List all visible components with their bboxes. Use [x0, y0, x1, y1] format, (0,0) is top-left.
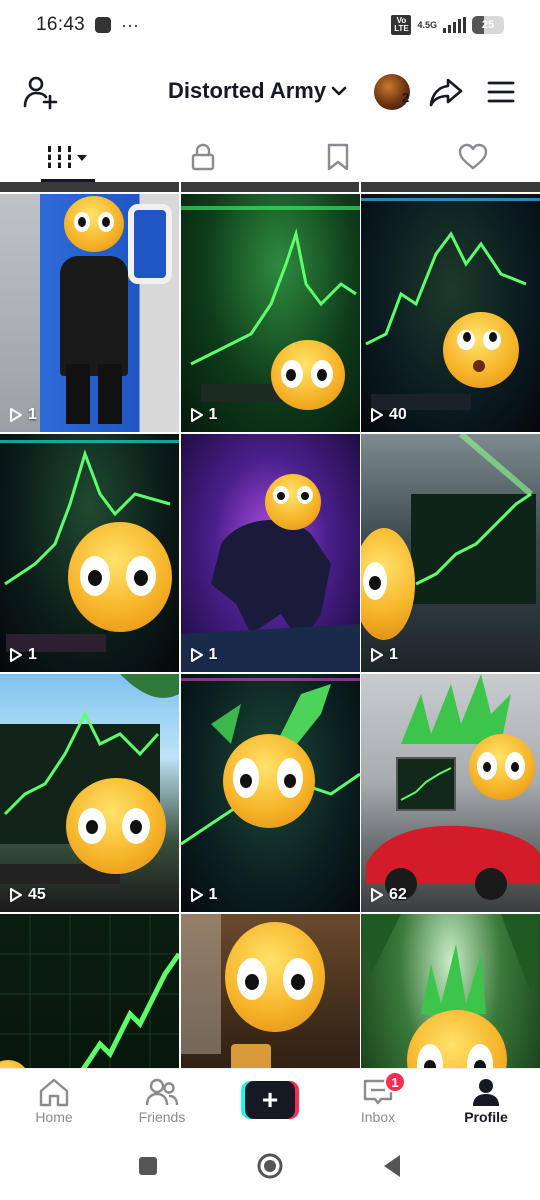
video-thumbnail[interactable]: 1: [180, 434, 360, 672]
emoji-face: [443, 312, 519, 388]
bottom-nav: Home Friends + 1 Inbox Profile: [0, 1068, 540, 1132]
status-indicators: Vo LTE 4.5G 25: [391, 15, 504, 35]
play-icon: [10, 648, 22, 662]
tab-videos[interactable]: [0, 132, 135, 182]
home-icon: [39, 1078, 69, 1107]
play-icon: [371, 888, 383, 902]
play-icon: [10, 888, 22, 902]
nav-home[interactable]: Home: [0, 1069, 108, 1132]
video-tiles: 1 1 40 1 1 1 45 1 62: [0, 194, 540, 1068]
square-icon: [139, 1157, 157, 1175]
play-icon: [190, 648, 203, 662]
nav-profile-label: Profile: [464, 1109, 508, 1125]
status-time: 16:43: [36, 14, 86, 35]
profile-header: Distorted Army 2: [0, 64, 540, 120]
view-count: 1: [8, 646, 37, 664]
battery-level: 25: [481, 19, 495, 31]
tab-private[interactable]: [135, 132, 270, 182]
view-count: 62: [369, 886, 407, 904]
back-triangle-icon: [384, 1155, 400, 1177]
chevron-down-icon: [331, 86, 347, 96]
volte-icon: Vo LTE: [391, 15, 412, 35]
avatar-count: 2: [402, 90, 410, 105]
circle-icon: [257, 1153, 283, 1179]
friends-icon: [145, 1078, 179, 1106]
video-thumbnail[interactable]: 40: [361, 194, 540, 432]
nav-profile[interactable]: Profile: [432, 1069, 540, 1132]
more-notifications-icon: ···: [121, 15, 140, 35]
bookmark-icon: [327, 143, 348, 171]
nav-inbox[interactable]: 1 Inbox: [324, 1069, 432, 1132]
back-button[interactable]: [377, 1151, 407, 1181]
signal-icon: [443, 17, 466, 33]
play-icon: [190, 888, 203, 902]
video-thumbnail[interactable]: 1: [361, 434, 540, 672]
nav-create[interactable]: +: [216, 1069, 324, 1132]
video-thumbnail[interactable]: 1: [0, 194, 179, 432]
view-count: 1: [189, 886, 217, 904]
profile-username: Distorted Army: [168, 78, 327, 103]
previous-row-strip: [0, 182, 540, 192]
view-count: 45: [8, 886, 46, 904]
play-icon: [371, 648, 383, 662]
play-icon: [10, 408, 22, 422]
add-user-icon[interactable]: [22, 74, 58, 110]
emoji-face: [270, 340, 345, 410]
video-thumbnail[interactable]: [180, 914, 360, 1068]
nav-friends[interactable]: Friends: [108, 1069, 216, 1132]
nav-friends-label: Friends: [138, 1109, 186, 1125]
video-thumbnail[interactable]: [361, 914, 540, 1068]
network-type: 4.5G: [417, 20, 437, 30]
video-thumbnail[interactable]: 62: [361, 674, 540, 912]
recents-button[interactable]: [133, 1151, 163, 1181]
video-thumbnail[interactable]: 1: [0, 434, 179, 672]
emoji-face: [224, 922, 325, 1032]
plus-icon: +: [245, 1081, 295, 1119]
battery-icon: 25: [472, 16, 504, 34]
video-grid: 1 1 40 1 1 1 45 1 62: [0, 182, 540, 1068]
video-thumbnail[interactable]: 45: [0, 674, 179, 912]
status-bar: 16:43 ··· Vo LTE 4.5G 25: [0, 0, 540, 50]
nav-inbox-label: Inbox: [360, 1109, 396, 1125]
view-count: 1: [369, 646, 398, 664]
video-thumbnail[interactable]: [0, 914, 179, 1068]
create-button[interactable]: +: [241, 1081, 299, 1119]
profile-tabs: [0, 132, 540, 182]
inbox-badge: 1: [384, 1071, 406, 1093]
lock-icon: [191, 143, 214, 171]
emoji-face: [264, 474, 321, 530]
share-icon[interactable]: [428, 76, 464, 108]
emoji-face: [222, 734, 315, 828]
menu-icon[interactable]: [486, 78, 516, 106]
grid-sort-icon: [44, 146, 87, 168]
view-count: 40: [369, 406, 407, 424]
emoji-face: [469, 734, 535, 800]
nav-home-label: Home: [35, 1109, 73, 1125]
view-count: 1: [189, 406, 217, 424]
system-nav-bar: [0, 1132, 540, 1200]
tab-liked[interactable]: [405, 132, 540, 182]
video-thumbnail[interactable]: 1: [180, 674, 360, 912]
play-icon: [190, 408, 203, 422]
emoji-face: [66, 778, 166, 874]
home-button[interactable]: [255, 1151, 285, 1181]
profile-icon: [473, 1079, 499, 1106]
account-switcher[interactable]: Distorted Army: [168, 78, 348, 104]
app-notification-icon: [95, 17, 112, 33]
play-icon: [371, 408, 383, 422]
view-count: 1: [8, 406, 37, 424]
tab-saved[interactable]: [270, 132, 405, 182]
heart-icon: [458, 143, 487, 170]
video-thumbnail[interactable]: 1: [180, 194, 360, 432]
view-count: 1: [189, 646, 217, 664]
emoji-face: [64, 196, 124, 252]
emoji-face: [68, 522, 172, 632]
